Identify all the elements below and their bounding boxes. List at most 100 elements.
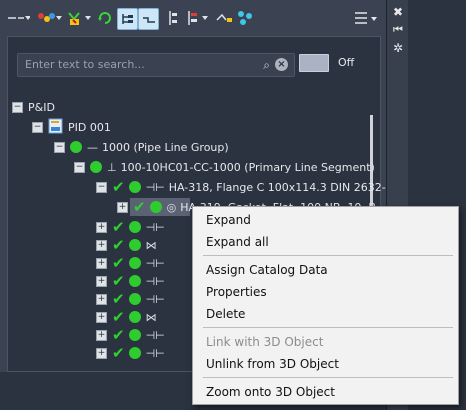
tree-label: 1000 (Pipe Line Group) [102,140,229,154]
expand-icon[interactable]: + [96,293,107,305]
tree-node-segment[interactable]: − ⊥ 100-10HC01-CC-1000 (Primary Line Seg… [74,158,375,176]
expand-icon[interactable]: + [96,329,107,341]
tree-label: P&ID [28,100,55,114]
tree-node[interactable]: + ✔ ⊣⊢ [96,326,169,344]
menu-separator [203,255,453,256]
tree-node-flange[interactable]: − ✔ ⊣⊢ HA-318, Flange C 100x114.3 DIN 26… [96,178,403,196]
expand-icon[interactable]: + [96,221,107,233]
properties-icon[interactable]: ✲ [392,42,404,54]
status-dot-icon [128,275,141,287]
valve-icon: ⋈ [145,310,157,324]
menu-item-link-3d: Link with 3D Object [206,335,324,349]
expand-icon[interactable]: + [96,311,107,323]
search-icon[interactable]: ⌕ [263,58,270,73]
collapse-icon[interactable]: − [54,141,65,153]
clear-search-icon[interactable]: × [275,58,288,71]
tree-node-group[interactable]: − — 1000 (Pipe Line Group) [54,138,229,156]
menu-separator [203,377,453,378]
segment-icon: ⊥ [107,160,117,174]
menu-item-expand[interactable]: Expand [206,210,251,230]
check-icon: ✔ [112,308,125,326]
flange-icon: ⊣⊢ [145,220,165,234]
menu-separator [203,327,453,328]
menu-item-expand-all[interactable]: Expand all [206,232,269,252]
status-dot-icon [128,181,141,193]
tree-view-icon[interactable] [117,8,138,30]
expand-icon[interactable]: + [96,275,107,287]
flange-icon: ⊣⊢ [145,274,165,288]
branch-icon[interactable] [138,8,159,30]
collapse-icon[interactable]: − [74,161,85,173]
line-icon: — [87,140,98,154]
auto-hide-icon[interactable]: ⏮ [392,24,404,36]
tree-node[interactable]: + ✔ ⊣⊢ [96,344,169,362]
check-icon: ✔ [112,254,125,272]
tree-node[interactable]: + ✔ ⊣⊢ [96,254,169,272]
refresh-icon[interactable] [96,8,114,28]
toggle-label: Off [338,56,355,69]
filter-toggle[interactable] [299,54,329,72]
color-dots-icon[interactable] [36,8,62,28]
tag-icon[interactable] [214,8,234,28]
tree-node-root[interactable]: − P&ID [12,98,55,116]
check-icon: ✔ [112,290,125,308]
check-icon: ✔ [133,198,146,216]
tree-label: HA-318, Flange C 100x114.3 DIN 2632-1... [168,180,404,194]
tree-node[interactable]: + ✔ ⊣⊢ [96,272,169,290]
tree-label: 100-10HC01-CC-1000 (Primary Line Segment… [120,160,375,174]
check-icon: ✔ [112,272,125,290]
drawing-icon [48,118,64,137]
close-icon[interactable]: ✖ [392,6,404,18]
flange-icon: ⊣⊢ [145,328,165,342]
flange-icon: ⊣⊢ [145,256,165,270]
tree-node[interactable]: + ✔ ⋈ [96,308,161,326]
line-tool-icon[interactable] [6,8,30,28]
tree-label: PID 001 [68,120,111,134]
collapse-icon[interactable]: − [12,101,23,113]
toolbar [0,0,386,34]
gasket-icon: ◎ [166,200,177,214]
flange-icon: ⊣⊢ [145,346,165,360]
status-dot-icon [128,311,141,323]
tree-node[interactable]: + ✔ ⊣⊢ [96,290,169,308]
tree-node[interactable]: + ✔ ⊣⊢ [96,218,169,236]
hierarchy-icon[interactable] [166,8,180,28]
check-icon: ✔ [112,236,125,254]
flange-icon: ⊣⊢ [145,180,165,194]
tree-node-pid[interactable]: − PID 001 [32,118,111,136]
expand-icon[interactable]: + [96,257,107,269]
status-dot-icon [149,201,162,213]
status-dot-icon [128,347,141,359]
search-placeholder: Enter text to search... [25,58,145,71]
status-dot-icon [90,161,102,173]
network-icon[interactable] [236,8,254,28]
menu-item-unlink-3d[interactable]: Unlink from 3D Object [206,354,339,374]
tree-node[interactable]: + ✔ ⋈ [96,236,161,254]
status-dot-icon [128,257,141,269]
expand-icon[interactable]: + [117,201,128,213]
expand-icon[interactable]: + [96,347,107,359]
check-icon: ✔ [112,178,125,196]
collapse-icon[interactable]: − [96,181,107,193]
menu-item-properties[interactable]: Properties [206,282,267,302]
check-icon: ✔ [112,218,125,236]
status-dot-icon [128,293,141,305]
context-menu: Expand Expand all Assign Catalog Data Pr… [192,206,459,405]
status-dot-icon [70,141,82,153]
menu-item-zoom-3d[interactable]: Zoom onto 3D Object [206,382,335,402]
status-dot-icon [128,221,141,233]
check-icon: ✔ [112,326,125,344]
expand-icon[interactable]: + [96,239,107,251]
status-icon[interactable] [66,8,92,28]
menu-item-assign-catalog[interactable]: Assign Catalog Data [206,260,328,280]
menu-item-delete[interactable]: Delete [206,304,245,324]
status-dot-icon [128,329,141,341]
search-input[interactable]: Enter text to search... ⌕ × [17,53,295,77]
filter-icon[interactable] [186,8,210,28]
flange-icon: ⊣⊢ [145,292,165,306]
collapse-icon[interactable]: − [32,121,43,133]
status-dot-icon [128,239,141,251]
menu-icon[interactable] [351,9,379,27]
check-icon: ✔ [112,344,125,362]
valve-icon: ⋈ [145,238,157,252]
